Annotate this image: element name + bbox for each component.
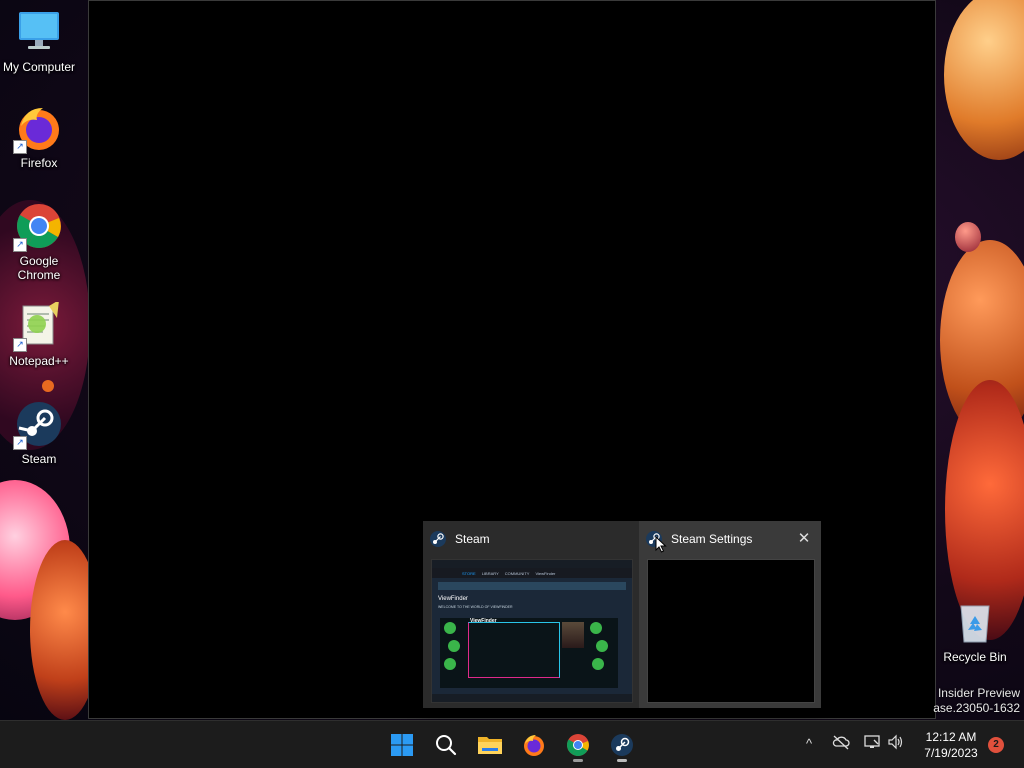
preview-banner-caption: WELCOME TO THE WORLD OF VIEWFINDER (438, 605, 513, 609)
preview-avatar (592, 658, 604, 670)
notepad-plus-plus-icon: ↗ (13, 300, 63, 352)
desktop-icon-label: My Computer (2, 60, 76, 74)
search-icon (436, 735, 457, 756)
notification-badge[interactable]: 2 (988, 737, 1004, 753)
thumbnail-title: Steam (455, 532, 490, 546)
preview-titlebar (432, 560, 632, 568)
clock[interactable]: 12:12 AM 7/19/2023 (916, 729, 986, 761)
preview-nav: STORE LIBRARY COMMUNITY ViewFinder (432, 568, 632, 578)
computer-monitor-icon (15, 8, 63, 56)
chrome-taskbar-button[interactable] (560, 727, 596, 763)
folder-icon (478, 737, 502, 754)
steam-icon: ↗ (13, 400, 63, 450)
insider-preview-watermark: Insider Preview ase.23050-1632 (933, 686, 1020, 716)
preview-nav-item: COMMUNITY (504, 570, 530, 576)
preview-game-frame (468, 622, 560, 678)
watermark-line: Insider Preview (937, 686, 1020, 700)
desktop-icon-label: Steam (21, 452, 57, 466)
watermark-line: ase.23050-1632 (933, 701, 1020, 715)
desktop-icon-recycle-bin[interactable]: Recycle Bin (936, 598, 1014, 664)
desktop-icon-label: Recycle Bin (943, 650, 1007, 664)
volume-icon[interactable] (886, 734, 906, 754)
running-indicator (617, 759, 627, 762)
desktop-icon-label: Google Chrome (17, 254, 61, 282)
preview-footer (432, 694, 632, 702)
preview-game-title: ViewFinder (470, 618, 497, 624)
shortcut-arrow-icon: ↗ (13, 140, 27, 154)
preview-avatar (444, 658, 456, 670)
desktop-icon-google-chrome[interactable]: ↗ Google Chrome (0, 202, 78, 282)
thumbnail-steam[interactable]: Steam STORE LIBRARY COMMUNITY ViewFinder… (423, 521, 639, 708)
chrome-icon (567, 734, 589, 756)
preview-nav-item: LIBRARY (481, 570, 499, 576)
windows-logo-icon (391, 734, 413, 756)
steam-settings-preview (647, 559, 815, 703)
chrome-icon: ↗ (13, 202, 63, 252)
desktop-icon-label: Firefox (20, 156, 58, 170)
recycle-bin-icon (951, 598, 999, 646)
taskbar: ^ 12:12 AM 7/19/2023 2 (0, 720, 1024, 768)
wallpaper-shape (955, 222, 981, 252)
steam-taskbar-button[interactable] (604, 727, 640, 763)
shortcut-arrow-icon: ↗ (13, 338, 27, 352)
desktop-icon-label: Notepad++ (9, 354, 69, 368)
shortcut-arrow-icon: ↗ (13, 436, 27, 450)
close-icon[interactable]: ✕ (797, 531, 811, 546)
desktop-icon-my-computer[interactable]: My Computer (0, 8, 78, 74)
firefox-taskbar-button[interactable] (516, 727, 552, 763)
search-button[interactable] (428, 727, 464, 763)
firefox-icon: ↗ (13, 104, 63, 154)
wallpaper-shape (42, 380, 54, 392)
shortcut-arrow-icon: ↗ (13, 238, 27, 252)
steam-icon (611, 734, 633, 756)
desktop-icon-notepad-plus-plus[interactable]: ↗ Notepad++ (0, 300, 78, 368)
network-icon[interactable] (862, 734, 882, 754)
clock-date: 7/19/2023 (924, 746, 978, 760)
wallpaper-shape (944, 0, 1024, 160)
preview-game-banner: ViewFinder (440, 618, 618, 688)
preview-store-bar (438, 582, 626, 590)
desktop-icon-firefox[interactable]: ↗ Firefox (0, 104, 78, 170)
steam-icon (430, 531, 446, 547)
preview-screenshot (562, 622, 584, 648)
preview-avatar (448, 640, 460, 652)
steam-window-preview: STORE LIBRARY COMMUNITY ViewFinder ViewF… (431, 559, 633, 703)
desktop-icon-steam[interactable]: ↗ Steam (0, 400, 78, 466)
taskbar-thumbnail-flyout: Steam STORE LIBRARY COMMUNITY ViewFinder… (423, 521, 821, 708)
file-explorer-button[interactable] (472, 727, 508, 763)
cloud-offline-icon[interactable] (831, 734, 851, 754)
preview-avatar (596, 640, 608, 652)
running-indicator (573, 759, 583, 762)
preview-avatar (590, 622, 602, 634)
mouse-cursor-icon (655, 536, 667, 553)
preview-nav-item: STORE (462, 570, 476, 576)
clock-time: 12:12 AM (925, 730, 977, 744)
show-hidden-icons-chevron[interactable]: ^ (799, 734, 819, 754)
firefox-icon (524, 735, 544, 756)
preview-nav-item: ViewFinder (535, 570, 556, 576)
preview-section-title: ViewFinder (438, 596, 468, 602)
preview-avatar (444, 622, 456, 634)
thumbnail-title: Steam Settings (671, 532, 753, 546)
start-button[interactable] (384, 727, 420, 763)
